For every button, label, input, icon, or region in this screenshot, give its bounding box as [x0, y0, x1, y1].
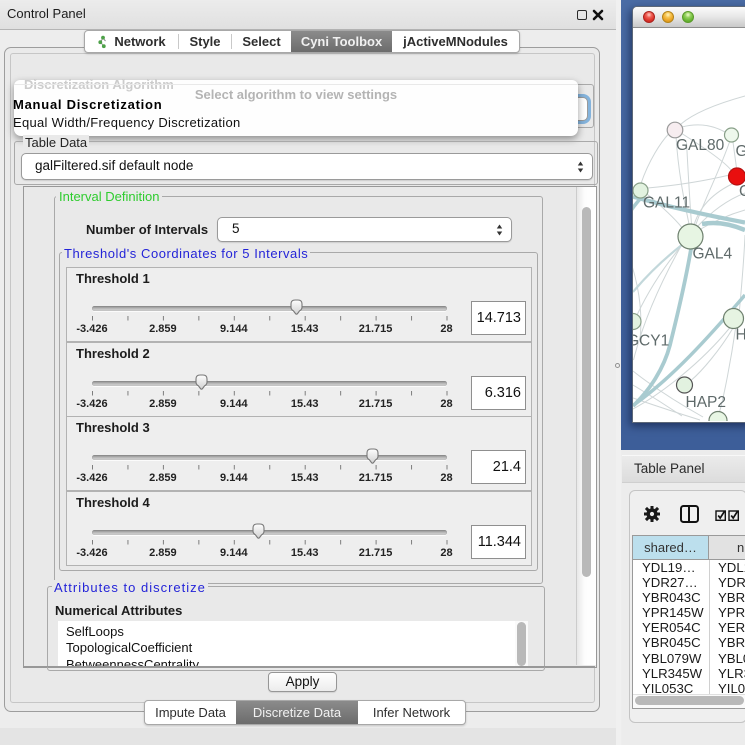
svg-text:GCY1: GCY1 [633, 333, 669, 350]
svg-text:H: H [736, 327, 745, 344]
svg-text:C: C [739, 183, 745, 200]
svg-text:GA: GA [736, 143, 745, 160]
svg-text:GAL4: GAL4 [693, 246, 733, 263]
svg-text:HAP2: HAP2 [686, 394, 727, 411]
svg-text:GAL80: GAL80 [676, 137, 725, 154]
svg-text:GAL11: GAL11 [643, 195, 690, 212]
